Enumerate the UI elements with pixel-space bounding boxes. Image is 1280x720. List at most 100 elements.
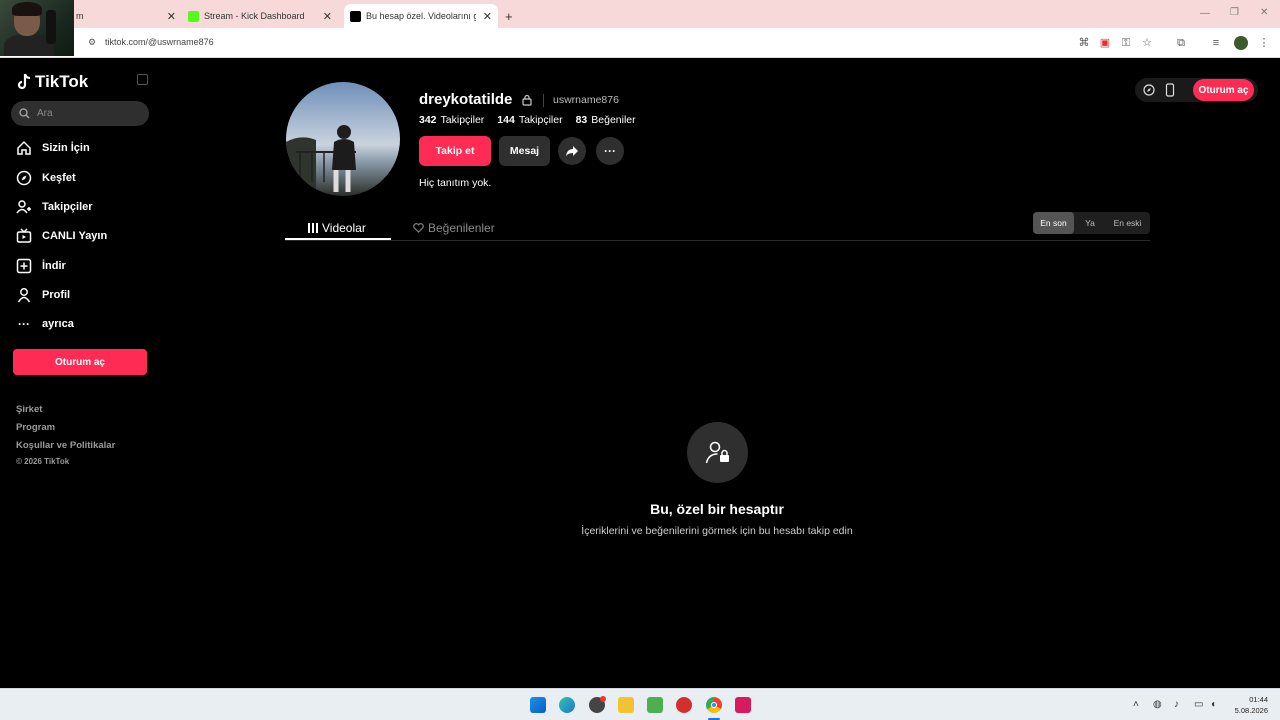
search-input[interactable]: Ara	[11, 101, 149, 126]
live-tv-icon	[15, 227, 33, 245]
edge-browser-icon[interactable]	[559, 697, 575, 713]
compass-icon[interactable]	[1143, 84, 1155, 96]
home-icon	[15, 139, 33, 157]
sidebar-item-following[interactable]: Takipçiler	[15, 197, 93, 217]
tab-title: Stream - Kick Dashboard	[204, 11, 305, 21]
footer-link-terms[interactable]: Koşullar ve Politikalar	[16, 440, 115, 451]
kick-favicon-icon	[188, 10, 199, 22]
lock-icon	[522, 94, 532, 106]
recorder-app-icon[interactable]	[676, 697, 692, 713]
close-icon[interactable]: ✕	[323, 10, 332, 23]
translate-icon[interactable]: ⌘	[1078, 37, 1090, 49]
close-window-icon[interactable]: ✕	[1260, 7, 1268, 18]
browser-tab-3-active[interactable]: Bu hesap özel. Videolarını görm ✕	[344, 4, 498, 28]
tab-label: Beğenilenler	[428, 221, 495, 235]
maximize-icon[interactable]: ❐	[1230, 7, 1239, 18]
logo-text: TikTok	[35, 72, 89, 91]
sidebar-item-profile[interactable]: Profil	[15, 285, 70, 305]
tab-title: Bu hesap özel. Videolarını görm	[366, 11, 476, 21]
sidebar-item-label: Takipçiler	[42, 201, 93, 213]
message-button[interactable]: Mesaj	[499, 136, 550, 166]
sidebar-item-label: Sizin İçin	[42, 142, 90, 154]
user-lock-icon	[705, 441, 729, 463]
follow-button[interactable]: Takip et	[419, 136, 491, 166]
profile-stats: 342 Takipçiler 144 Takipçiler 83 Beğenil…	[419, 114, 636, 126]
tab-title: m	[76, 11, 84, 21]
sort-option-oldest[interactable]: En eski	[1107, 212, 1148, 234]
webcam-overlay	[0, 0, 74, 56]
footer-link-program[interactable]: Program	[16, 422, 55, 433]
followers-count: 144	[497, 114, 515, 126]
sidebar-item-for-you[interactable]: Sizin İçin	[15, 138, 90, 158]
collapse-sidebar-icon[interactable]	[137, 74, 148, 85]
tiktok-logo[interactable]: TikTok	[16, 72, 88, 92]
share-button[interactable]	[558, 137, 586, 165]
pocket-app-icon[interactable]	[735, 697, 751, 713]
sort-option-popular[interactable]: Ya	[1076, 212, 1104, 234]
plus-square-icon	[15, 257, 33, 275]
extensions-icon[interactable]: ⧉	[1175, 37, 1187, 49]
footer-link-company[interactable]: Şirket	[16, 404, 42, 415]
sort-option-latest[interactable]: En son	[1033, 212, 1074, 234]
sidebar-item-download[interactable]: İndir	[15, 256, 66, 276]
followers-label[interactable]: Takipçiler	[519, 114, 563, 126]
more-icon: ···	[604, 144, 616, 158]
private-account-subtitle: İçeriklerini ve beğenilerini görmek için…	[581, 525, 853, 537]
cast-icon[interactable]: ▣	[1099, 37, 1111, 49]
volume-icon[interactable]: ◖	[1210, 699, 1216, 710]
sidebar-item-live[interactable]: CANLI Yayın	[15, 226, 107, 246]
sidebar-item-label: CANLI Yayın	[42, 230, 108, 242]
address-bar: ⚙ tiktok.com/@uswrname876 ⌘ ▣ ⚿ ☆ ⧉ ≡ ⋮	[0, 28, 1280, 58]
phone-app-icon[interactable]	[1165, 83, 1175, 97]
url-field[interactable]: tiktok.com/@uswrname876	[105, 37, 214, 47]
bookmark-star-icon[interactable]: ☆	[1141, 37, 1153, 49]
following-label[interactable]: Takipçiler	[441, 114, 485, 126]
sidebar-item-label: Profil	[42, 289, 71, 301]
browser-tab-1[interactable]: m ✕	[74, 4, 182, 28]
header-login-button[interactable]: Oturum aç	[1193, 79, 1254, 101]
sidebar-item-explore[interactable]: Keşfet	[15, 168, 76, 188]
avatar	[286, 82, 400, 196]
heart-icon	[413, 223, 424, 233]
sidebar-item-label: ayrıca	[42, 318, 74, 330]
android-app-icon[interactable]	[647, 697, 663, 713]
minimize-icon[interactable]: —	[1200, 8, 1210, 19]
active-tab-indicator	[285, 238, 391, 240]
grid-icon	[308, 223, 318, 233]
tiktok-favicon-icon	[350, 10, 361, 22]
footer-copyright: © 2026 TikTok	[16, 457, 70, 466]
tray-app-icon[interactable]: ◍	[1153, 699, 1162, 710]
more-options-button[interactable]: ···	[596, 137, 624, 165]
close-icon[interactable]: ✕	[167, 10, 176, 23]
profile-bio: Hiç tanıtım yok.	[419, 177, 492, 189]
sidebar-login-button[interactable]: Oturum aç	[13, 349, 147, 375]
media-controls-icon[interactable]: ≡	[1210, 37, 1222, 49]
browser-tab-strip: m ✕ Stream - Kick Dashboard ✕ Bu hesap ö…	[0, 0, 1280, 56]
new-tab-button[interactable]: +	[505, 4, 519, 28]
browser-tab-2[interactable]: Stream - Kick Dashboard ✕	[188, 4, 338, 28]
windows-start-icon[interactable]	[530, 697, 546, 713]
profile-avatar-icon[interactable]	[1234, 36, 1248, 50]
sidebar-item-label: Keşfet	[42, 172, 76, 184]
file-explorer-icon[interactable]	[618, 697, 634, 713]
network-icon[interactable]: ▭	[1194, 699, 1203, 710]
person-icon	[15, 286, 33, 304]
system-clock[interactable]: 01:44 5.08.2026	[1228, 694, 1268, 716]
sidebar-item-more[interactable]: ··· ayrıca	[15, 314, 74, 334]
profile-username: dreykotatilde	[419, 91, 513, 108]
private-account-title: Bu, özel bir hesaptır	[650, 501, 784, 517]
tab-videos[interactable]: Videolar	[308, 217, 366, 239]
browser-menu-icon[interactable]: ⋮	[1258, 37, 1270, 49]
tray-chevron-icon[interactable]: ˄	[1133, 699, 1139, 710]
microphone-icon[interactable]: ♪	[1174, 699, 1179, 710]
more-icon: ···	[18, 317, 30, 331]
share-arrow-icon	[566, 146, 578, 156]
likes-label: Beğeniler	[591, 114, 636, 126]
tab-liked[interactable]: Beğenilenler	[413, 217, 495, 239]
site-info-icon[interactable]: ⚙	[88, 37, 98, 47]
chrome-center-icon	[711, 702, 717, 708]
close-icon[interactable]: ✕	[483, 10, 492, 23]
clock-date: 5.08.2026	[1234, 706, 1268, 715]
password-key-icon[interactable]: ⚿	[1120, 37, 1132, 49]
sidebar-item-label: İndir	[42, 260, 66, 272]
